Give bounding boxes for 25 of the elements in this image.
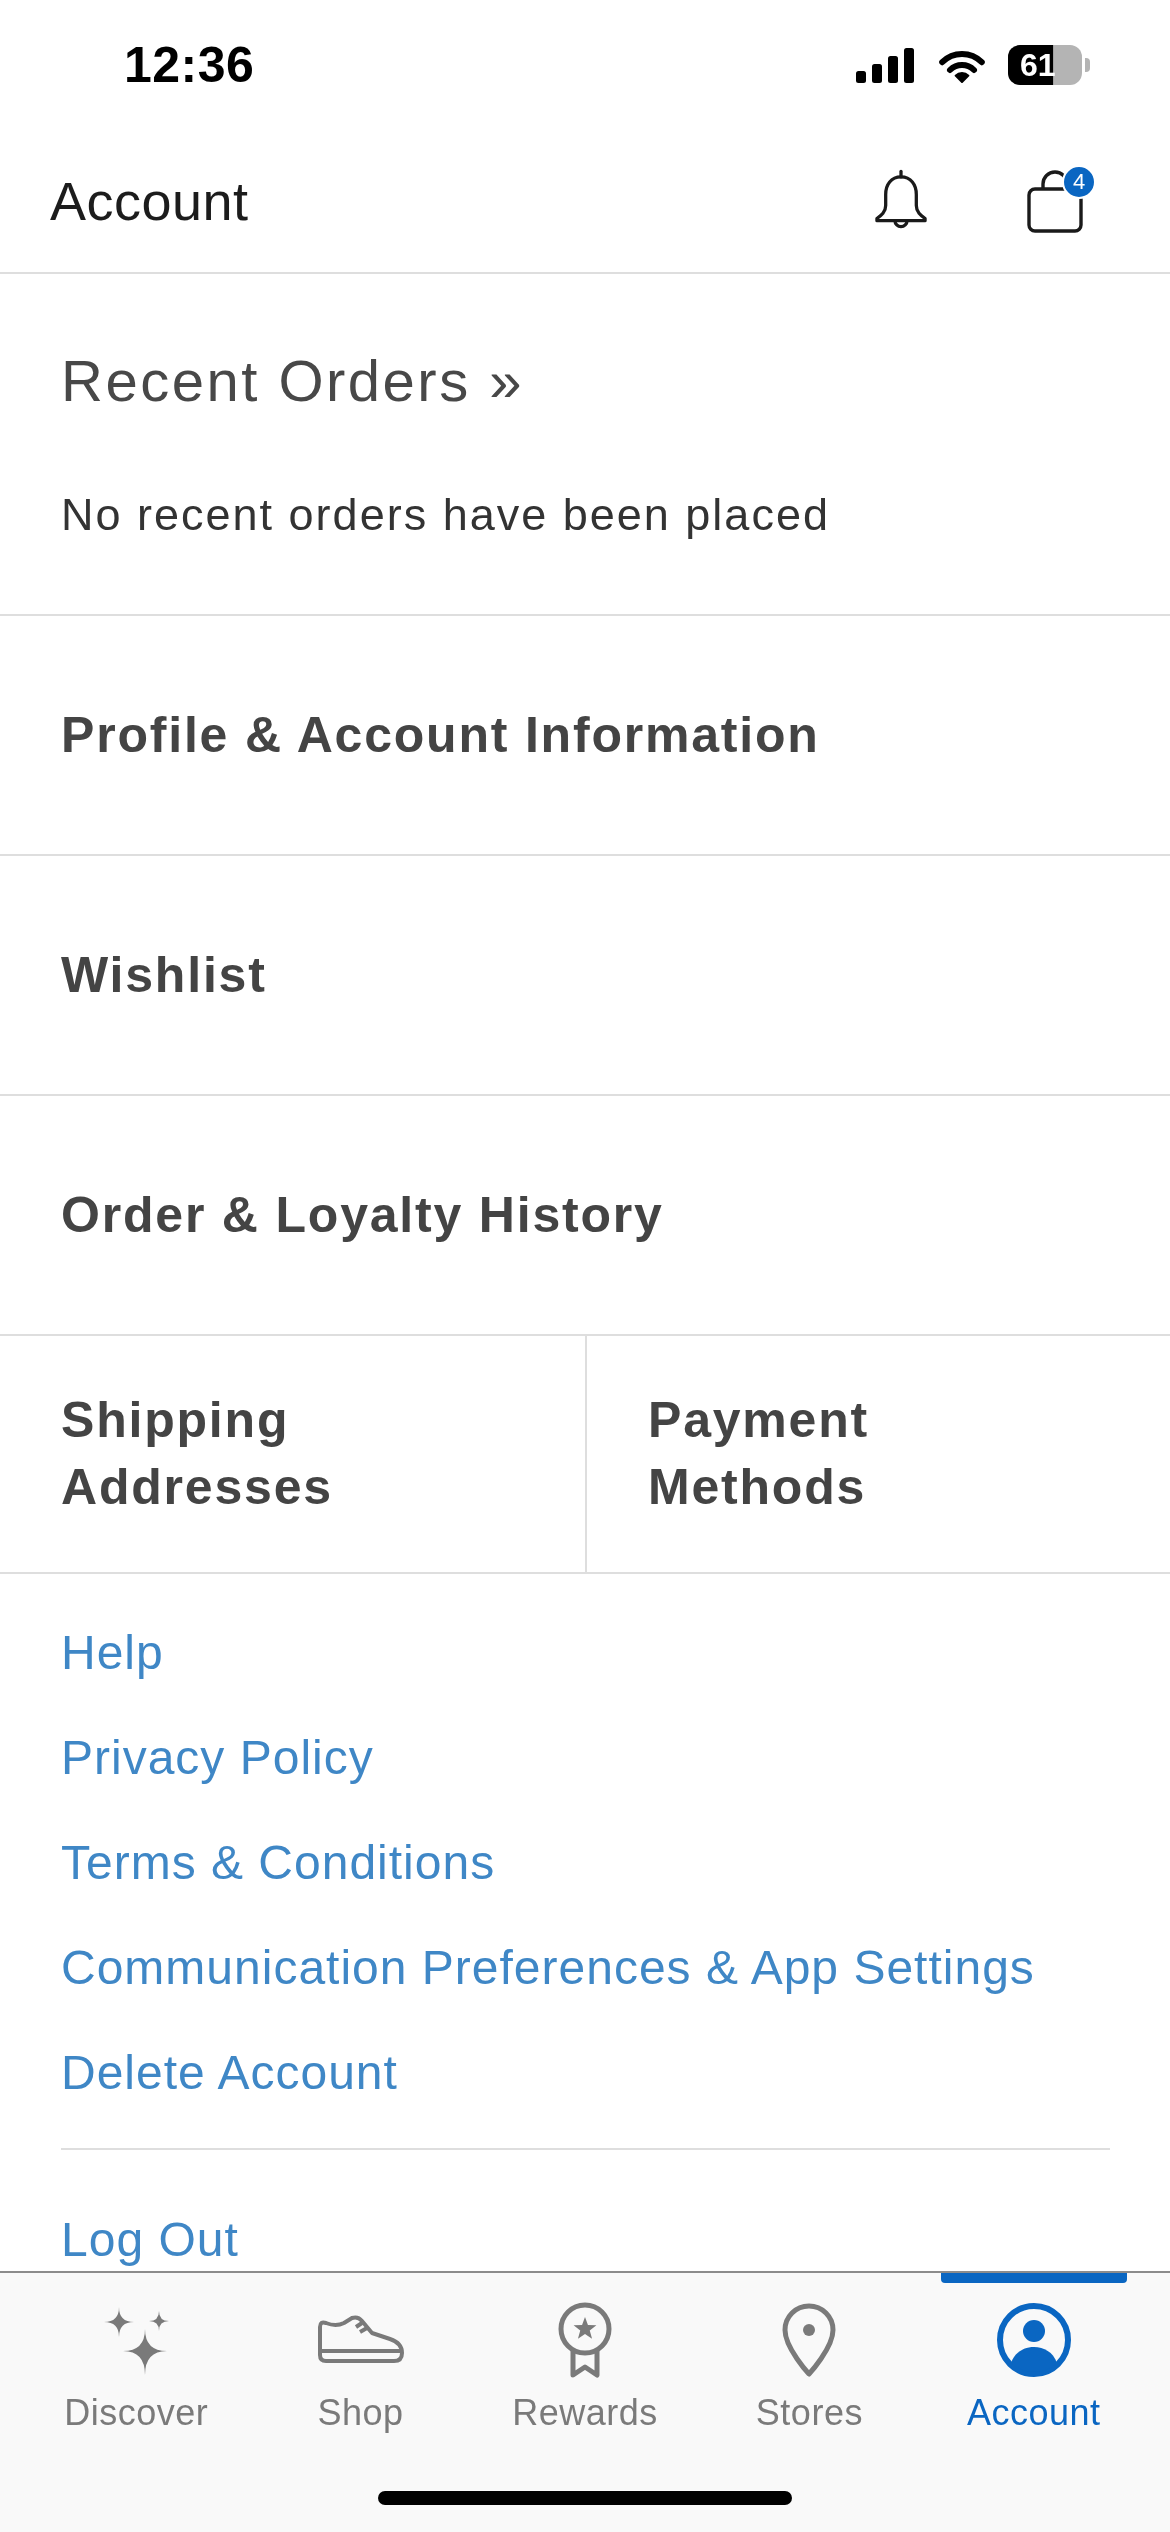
- menu-tile[interactable]: Payment Methods: [587, 1336, 1170, 1572]
- tab-bar-item[interactable]: Rewards: [472, 2273, 698, 2443]
- footer-link[interactable]: Delete Account: [61, 2020, 398, 2125]
- tab-bar-item[interactable]: Discover: [24, 2273, 249, 2443]
- cart-badge: 4: [1062, 165, 1096, 199]
- footer-link[interactable]: Communication Preferences & App Settings: [61, 1915, 1035, 2020]
- footer-link[interactable]: Privacy Policy: [61, 1705, 374, 1810]
- menu-tile[interactable]: Shipping Addresses: [0, 1336, 587, 1572]
- page-title: Account: [50, 169, 249, 233]
- signal-icon: [856, 47, 916, 83]
- log-out-link[interactable]: Log Out: [61, 2212, 239, 2268]
- menu-row[interactable]: Profile & Account Information: [0, 616, 1170, 856]
- empty-orders-message: No recent orders have been placed: [61, 488, 830, 542]
- footer-link[interactable]: Help: [61, 1600, 164, 1705]
- menu-row[interactable]: Order & Loyalty History: [0, 1096, 1170, 1336]
- tab-bar-item[interactable]: Account: [921, 2273, 1146, 2443]
- status-bar-time: 12:36: [124, 35, 255, 95]
- user-circle-icon: [995, 2301, 1072, 2378]
- menu-row[interactable]: Wishlist: [0, 856, 1170, 1096]
- sneaker-icon: [315, 2314, 406, 2365]
- map-pin-icon: [781, 2301, 838, 2378]
- tab-bar-item[interactable]: Stores: [697, 2273, 922, 2443]
- recent-orders-link[interactable]: Recent Orders »: [61, 346, 524, 416]
- tab-bar-item[interactable]: Shop: [248, 2273, 473, 2443]
- footer-link[interactable]: Terms & Conditions: [61, 1810, 496, 1915]
